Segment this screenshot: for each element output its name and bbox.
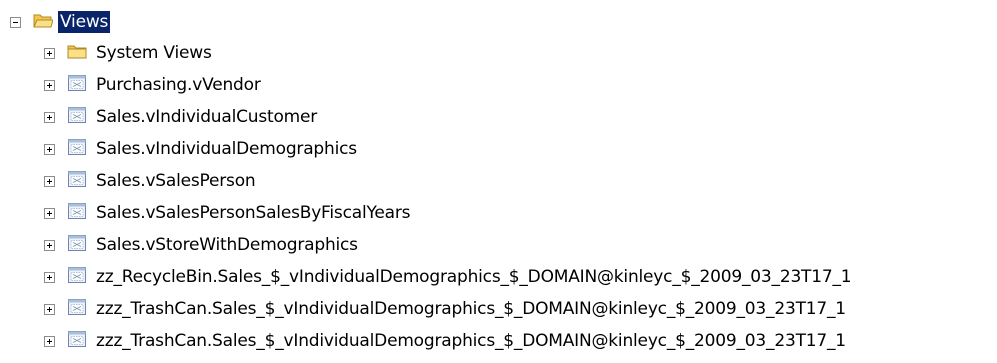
- view-icon: [55, 298, 87, 321]
- collapse-icon[interactable]: [10, 16, 21, 28]
- tree-node-item[interactable]: Sales.vSalesPersonSalesByFiscalYears: [44, 200, 411, 226]
- tree-node-item[interactable]: Sales.vIndividualDemographics: [44, 136, 357, 162]
- tree-node-views[interactable]: Views: [10, 9, 111, 35]
- tree-node-label[interactable]: zzz_TrashCan.Sales_$_vIndividualDemograp…: [96, 298, 846, 320]
- expand-icon[interactable]: [44, 143, 55, 155]
- expand-icon[interactable]: [44, 335, 55, 347]
- view-icon: [55, 106, 87, 129]
- view-icon: [55, 74, 87, 97]
- tree-node-label[interactable]: Views: [58, 11, 111, 33]
- folder-icon: [55, 42, 87, 65]
- view-icon: [55, 202, 87, 225]
- tree-node-item[interactable]: Sales.vIndividualCustomer: [44, 104, 317, 130]
- tree-node-label[interactable]: Sales.vSalesPerson: [96, 170, 256, 192]
- tree-node-label[interactable]: Sales.vSalesPersonSalesByFiscalYears: [96, 202, 411, 224]
- expand-icon[interactable]: [44, 175, 55, 187]
- expand-icon[interactable]: [44, 303, 55, 315]
- view-icon: [55, 170, 87, 193]
- expand-icon[interactable]: [44, 207, 55, 219]
- view-icon: [55, 266, 87, 289]
- tree-node-item[interactable]: zz_RecycleBin.Sales_$_vIndividualDemogra…: [44, 264, 852, 290]
- tree-node-item[interactable]: Purchasing.vVendor: [44, 72, 261, 98]
- tree-node-item[interactable]: zzz_TrashCan.Sales_$_vIndividualDemograp…: [44, 296, 846, 322]
- tree-node-label[interactable]: Sales.vIndividualDemographics: [96, 138, 357, 160]
- tree-node-item[interactable]: zzz_TrashCan.Sales_$_vIndividualDemograp…: [44, 328, 846, 354]
- folder-open-icon: [21, 11, 53, 34]
- view-icon: [55, 330, 87, 353]
- tree-node-label[interactable]: Purchasing.vVendor: [96, 74, 261, 96]
- tree-node-label[interactable]: zzz_TrashCan.Sales_$_vIndividualDemograp…: [96, 330, 846, 352]
- view-icon: [55, 234, 87, 257]
- expand-icon[interactable]: [44, 111, 55, 123]
- tree-node-label[interactable]: Sales.vStoreWithDemographics: [96, 234, 358, 256]
- tree-node-item[interactable]: Sales.vSalesPerson: [44, 168, 256, 194]
- tree-node-item[interactable]: System Views: [44, 40, 212, 66]
- expand-icon[interactable]: [44, 79, 55, 91]
- object-explorer-tree: Views System Views Purchasing.vVendor Sale…: [0, 0, 997, 363]
- tree-node-label[interactable]: zz_RecycleBin.Sales_$_vIndividualDemogra…: [96, 266, 852, 288]
- tree-node-label[interactable]: System Views: [96, 42, 212, 64]
- view-icon: [55, 138, 87, 161]
- expand-icon[interactable]: [44, 271, 55, 283]
- tree-node-item[interactable]: Sales.vStoreWithDemographics: [44, 232, 358, 258]
- expand-icon[interactable]: [44, 47, 55, 59]
- expand-icon[interactable]: [44, 239, 55, 251]
- tree-node-label[interactable]: Sales.vIndividualCustomer: [96, 106, 317, 128]
